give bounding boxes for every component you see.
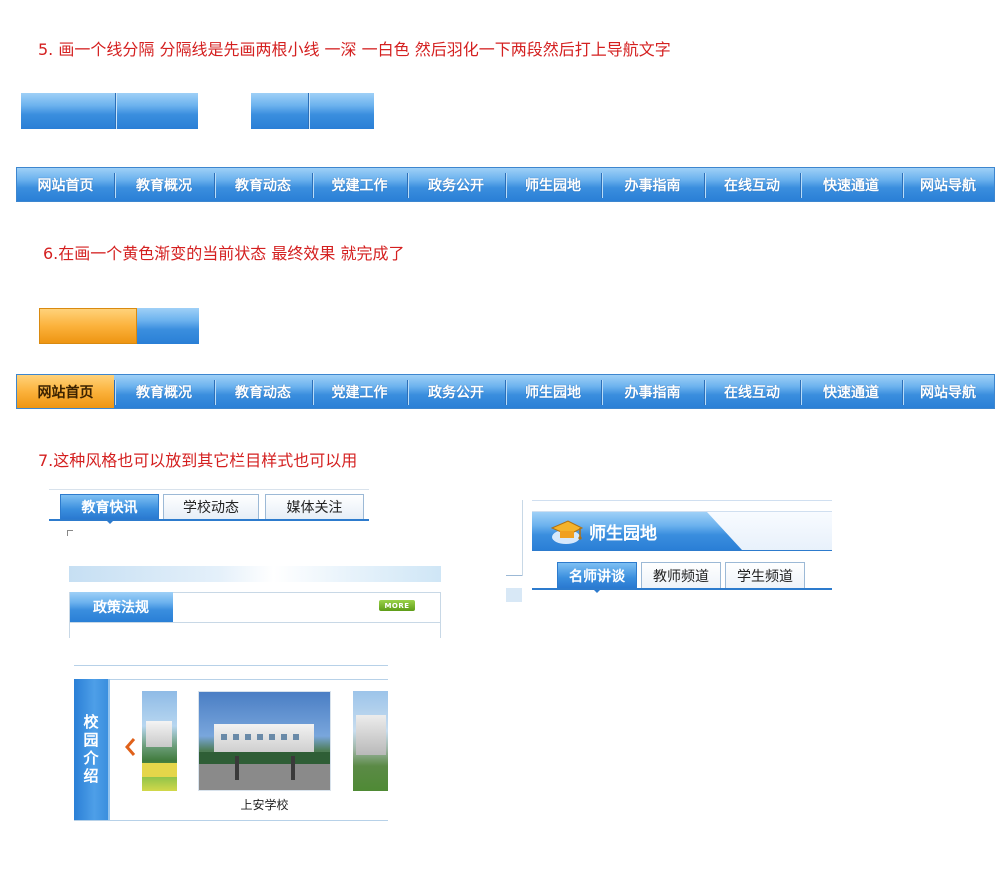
campus-photo-caption: 上安学校	[240, 798, 289, 812]
campus-photo-right[interactable]	[353, 691, 388, 791]
graduation-cap-icon	[550, 520, 584, 544]
tab-education-news[interactable]: 教育快讯	[60, 494, 159, 519]
nav-item-interaction[interactable]: 在线互动	[704, 168, 800, 201]
nav-item-guide[interactable]: 办事指南	[601, 375, 704, 408]
nav-item-guide[interactable]: 办事指南	[601, 168, 704, 201]
nav-item-teacher-student[interactable]: 师生园地	[505, 375, 601, 408]
nav-item-teacher-student[interactable]: 师生园地	[505, 168, 601, 201]
more-button[interactable]: MORE	[379, 600, 415, 611]
sky-banner	[69, 566, 441, 582]
nav-item-overview[interactable]: 教育概况	[114, 168, 214, 201]
tab-teacher-channel[interactable]: 教师频道	[641, 562, 721, 588]
tab-student-channel[interactable]: 学生频道	[725, 562, 805, 588]
list-bullet-icon	[67, 530, 73, 536]
nav-item-party[interactable]: 党建工作	[312, 375, 407, 408]
nav-item-public-affairs[interactable]: 政务公开	[407, 168, 505, 201]
nav-item-interaction[interactable]: 在线互动	[704, 375, 800, 408]
campus-side-bar: 校园介绍	[74, 679, 110, 820]
nav-item-public-affairs[interactable]: 政务公开	[407, 375, 505, 408]
campus-photo-main[interactable]	[198, 691, 331, 791]
campus-box: 校园介绍 上安学校	[74, 665, 388, 822]
active-block	[39, 308, 137, 344]
policy-header: 政策法规 MORE	[69, 592, 441, 622]
separator-demo-right	[251, 93, 374, 129]
separator-line	[115, 93, 117, 129]
nav-item-site-nav[interactable]: 网站导航	[902, 168, 994, 201]
nav-item-party[interactable]: 党建工作	[312, 168, 407, 201]
garden-header: 师生园地	[532, 511, 832, 551]
step7-note: 7.这种风格也可以放到其它栏目样式也可以用	[38, 451, 358, 470]
policy-box: 政策法规 MORE	[69, 566, 441, 638]
nav-bar-active: 网站首页 教育概况 教育动态 党建工作 政务公开 师生园地 办事指南 在线互动 …	[16, 374, 995, 409]
tab-pointer-icon	[106, 520, 114, 524]
campus-photo-left[interactable]	[142, 691, 177, 791]
nav-item-home[interactable]: 网站首页	[17, 168, 114, 201]
campus-side-title: 校园介绍	[81, 713, 100, 786]
tab-media[interactable]: 媒体关注	[265, 494, 364, 519]
tab-school-news[interactable]: 学校动态	[163, 494, 259, 519]
tab-pointer-icon	[593, 589, 601, 593]
inactive-block	[137, 308, 199, 344]
separator-demo-left	[21, 93, 198, 129]
nav-item-quick-access[interactable]: 快速通道	[800, 375, 902, 408]
nav-item-quick-access[interactable]: 快速通道	[800, 168, 902, 201]
step6-note: 6.在画一个黄色渐变的当前状态 最终效果 就完成了	[43, 244, 405, 263]
step5-note: 5. 画一个线分隔 分隔线是先画两根小线 一深 一白色 然后羽化一下两段然后打上…	[38, 40, 671, 59]
garden-title: 师生园地	[589, 523, 657, 544]
nav-item-home[interactable]: 网站首页	[17, 375, 114, 408]
active-state-demo	[39, 308, 199, 344]
garden-tab-baseline	[532, 588, 832, 590]
tab-famous-teachers[interactable]: 名师讲谈	[557, 562, 637, 588]
nav-bar-plain: 网站首页 教育概况 教育动态 党建工作 政务公开 师生园地 办事指南 在线互动 …	[16, 167, 995, 202]
nav-item-site-nav[interactable]: 网站导航	[902, 375, 994, 408]
nav-item-news[interactable]: 教育动态	[214, 168, 312, 201]
nav-item-overview[interactable]: 教育概况	[114, 375, 214, 408]
arrow-left-icon[interactable]	[124, 737, 136, 757]
policy-title: 政策法规	[69, 592, 173, 622]
news-tab-widget: 教育快讯 学校动态 媒体关注	[49, 489, 369, 536]
separator-line	[308, 93, 310, 129]
nav-item-news[interactable]: 教育动态	[214, 375, 312, 408]
garden-box: 师生园地 名师讲谈 教师频道 学生频道	[506, 500, 836, 604]
tab-baseline	[49, 519, 369, 521]
